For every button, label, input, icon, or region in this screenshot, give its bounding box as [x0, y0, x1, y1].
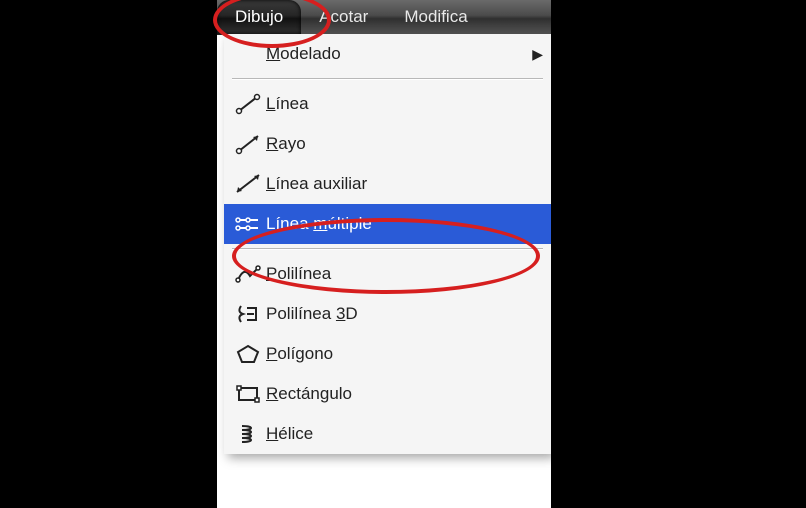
item-linea-auxiliar[interactable]: Línea auxiliar — [224, 164, 551, 204]
item-label: Polilínea — [266, 264, 543, 284]
item-poligono[interactable]: Polígono — [224, 334, 551, 374]
xline-icon — [230, 170, 266, 198]
item-helice[interactable]: Hélice — [224, 414, 551, 454]
item-modelado[interactable]: Modelado ▶ — [224, 34, 551, 74]
separator — [232, 78, 543, 80]
polygon-icon — [230, 340, 266, 368]
item-label: Rayo — [266, 134, 543, 154]
item-label: Rectángulo — [266, 384, 543, 404]
item-label: Línea múltiple — [266, 214, 543, 234]
ray-icon — [230, 130, 266, 158]
item-polilinea3d[interactable]: Polilínea 3D — [224, 294, 551, 334]
item-label: Línea — [266, 94, 543, 114]
item-polilinea[interactable]: Polilínea — [224, 254, 551, 294]
mline-icon — [230, 210, 266, 238]
separator — [232, 248, 543, 250]
item-linea-multiple[interactable]: Línea múltiple — [224, 204, 551, 244]
item-label: Polilínea 3D — [266, 304, 543, 324]
menu-dibujo[interactable]: Dibujo — [217, 0, 301, 34]
app-window: Dibujo Acotar Modifica Modelado ▶ Línea — [217, 0, 551, 508]
menu-modificar[interactable]: Modifica — [386, 0, 485, 34]
dropdown-dibujo: Modelado ▶ Línea — [224, 34, 551, 454]
menubar: Dibujo Acotar Modifica — [217, 0, 551, 35]
item-rayo[interactable]: Rayo — [224, 124, 551, 164]
item-rectangulo[interactable]: Rectángulo — [224, 374, 551, 414]
line-icon — [230, 90, 266, 118]
item-label: Línea auxiliar — [266, 174, 543, 194]
item-label: Polígono — [266, 344, 543, 364]
item-label: Modelado — [266, 44, 532, 64]
polyline3d-icon — [230, 300, 266, 328]
item-label: Hélice — [266, 424, 543, 444]
helix-icon — [230, 420, 266, 448]
rectangle-icon — [230, 380, 266, 408]
polyline-icon — [230, 260, 266, 288]
spacer-icon — [230, 40, 266, 68]
item-linea[interactable]: Línea — [224, 84, 551, 124]
submenu-arrow-icon: ▶ — [532, 46, 543, 63]
menu-acotar[interactable]: Acotar — [301, 0, 386, 34]
